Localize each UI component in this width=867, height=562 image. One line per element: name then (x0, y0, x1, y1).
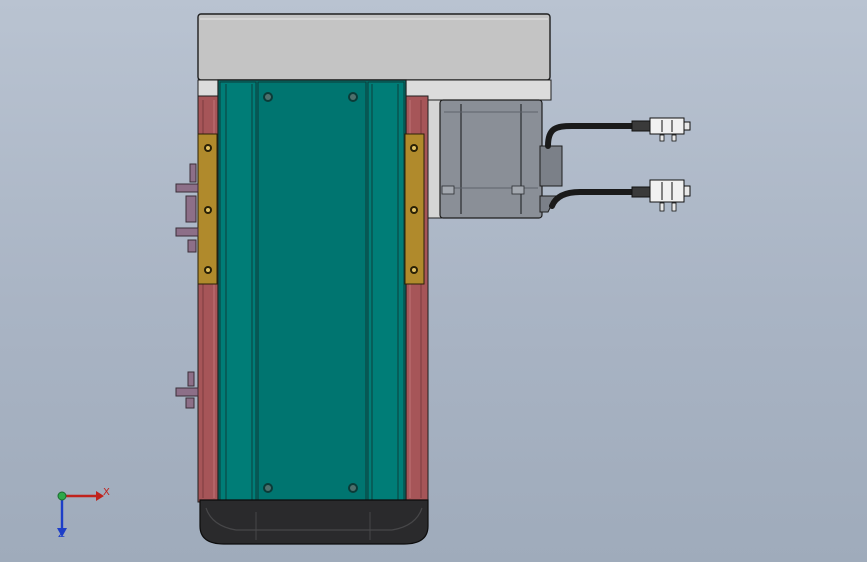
bottom-base[interactable] (199, 499, 429, 545)
side-mount-stub[interactable] (175, 163, 199, 409)
screw-icon (410, 144, 418, 152)
screw-icon (348, 483, 358, 493)
motor-cable-upper[interactable] (545, 123, 637, 149)
screw-icon (410, 206, 418, 214)
z-axis-label: Z (58, 529, 65, 540)
encoder-box[interactable] (539, 145, 563, 187)
screw-icon (204, 144, 212, 152)
screw-icon (204, 206, 212, 214)
carriage-plate[interactable] (257, 81, 367, 509)
cable-connector-icon[interactable] (631, 117, 691, 142)
x-axis-label: X (103, 487, 110, 498)
screw-icon (263, 92, 273, 102)
screw-icon (410, 266, 418, 274)
screw-icon (204, 266, 212, 274)
screw-icon (348, 92, 358, 102)
screw-icon (263, 483, 273, 493)
top-cap[interactable] (197, 13, 551, 81)
motor-body[interactable] (439, 99, 543, 219)
motor-cable-lower[interactable] (549, 189, 637, 209)
actuator-model[interactable] (0, 0, 867, 562)
cad-graphics-viewport[interactable]: X Z (0, 0, 867, 562)
cable-connector-icon[interactable] (631, 179, 691, 212)
